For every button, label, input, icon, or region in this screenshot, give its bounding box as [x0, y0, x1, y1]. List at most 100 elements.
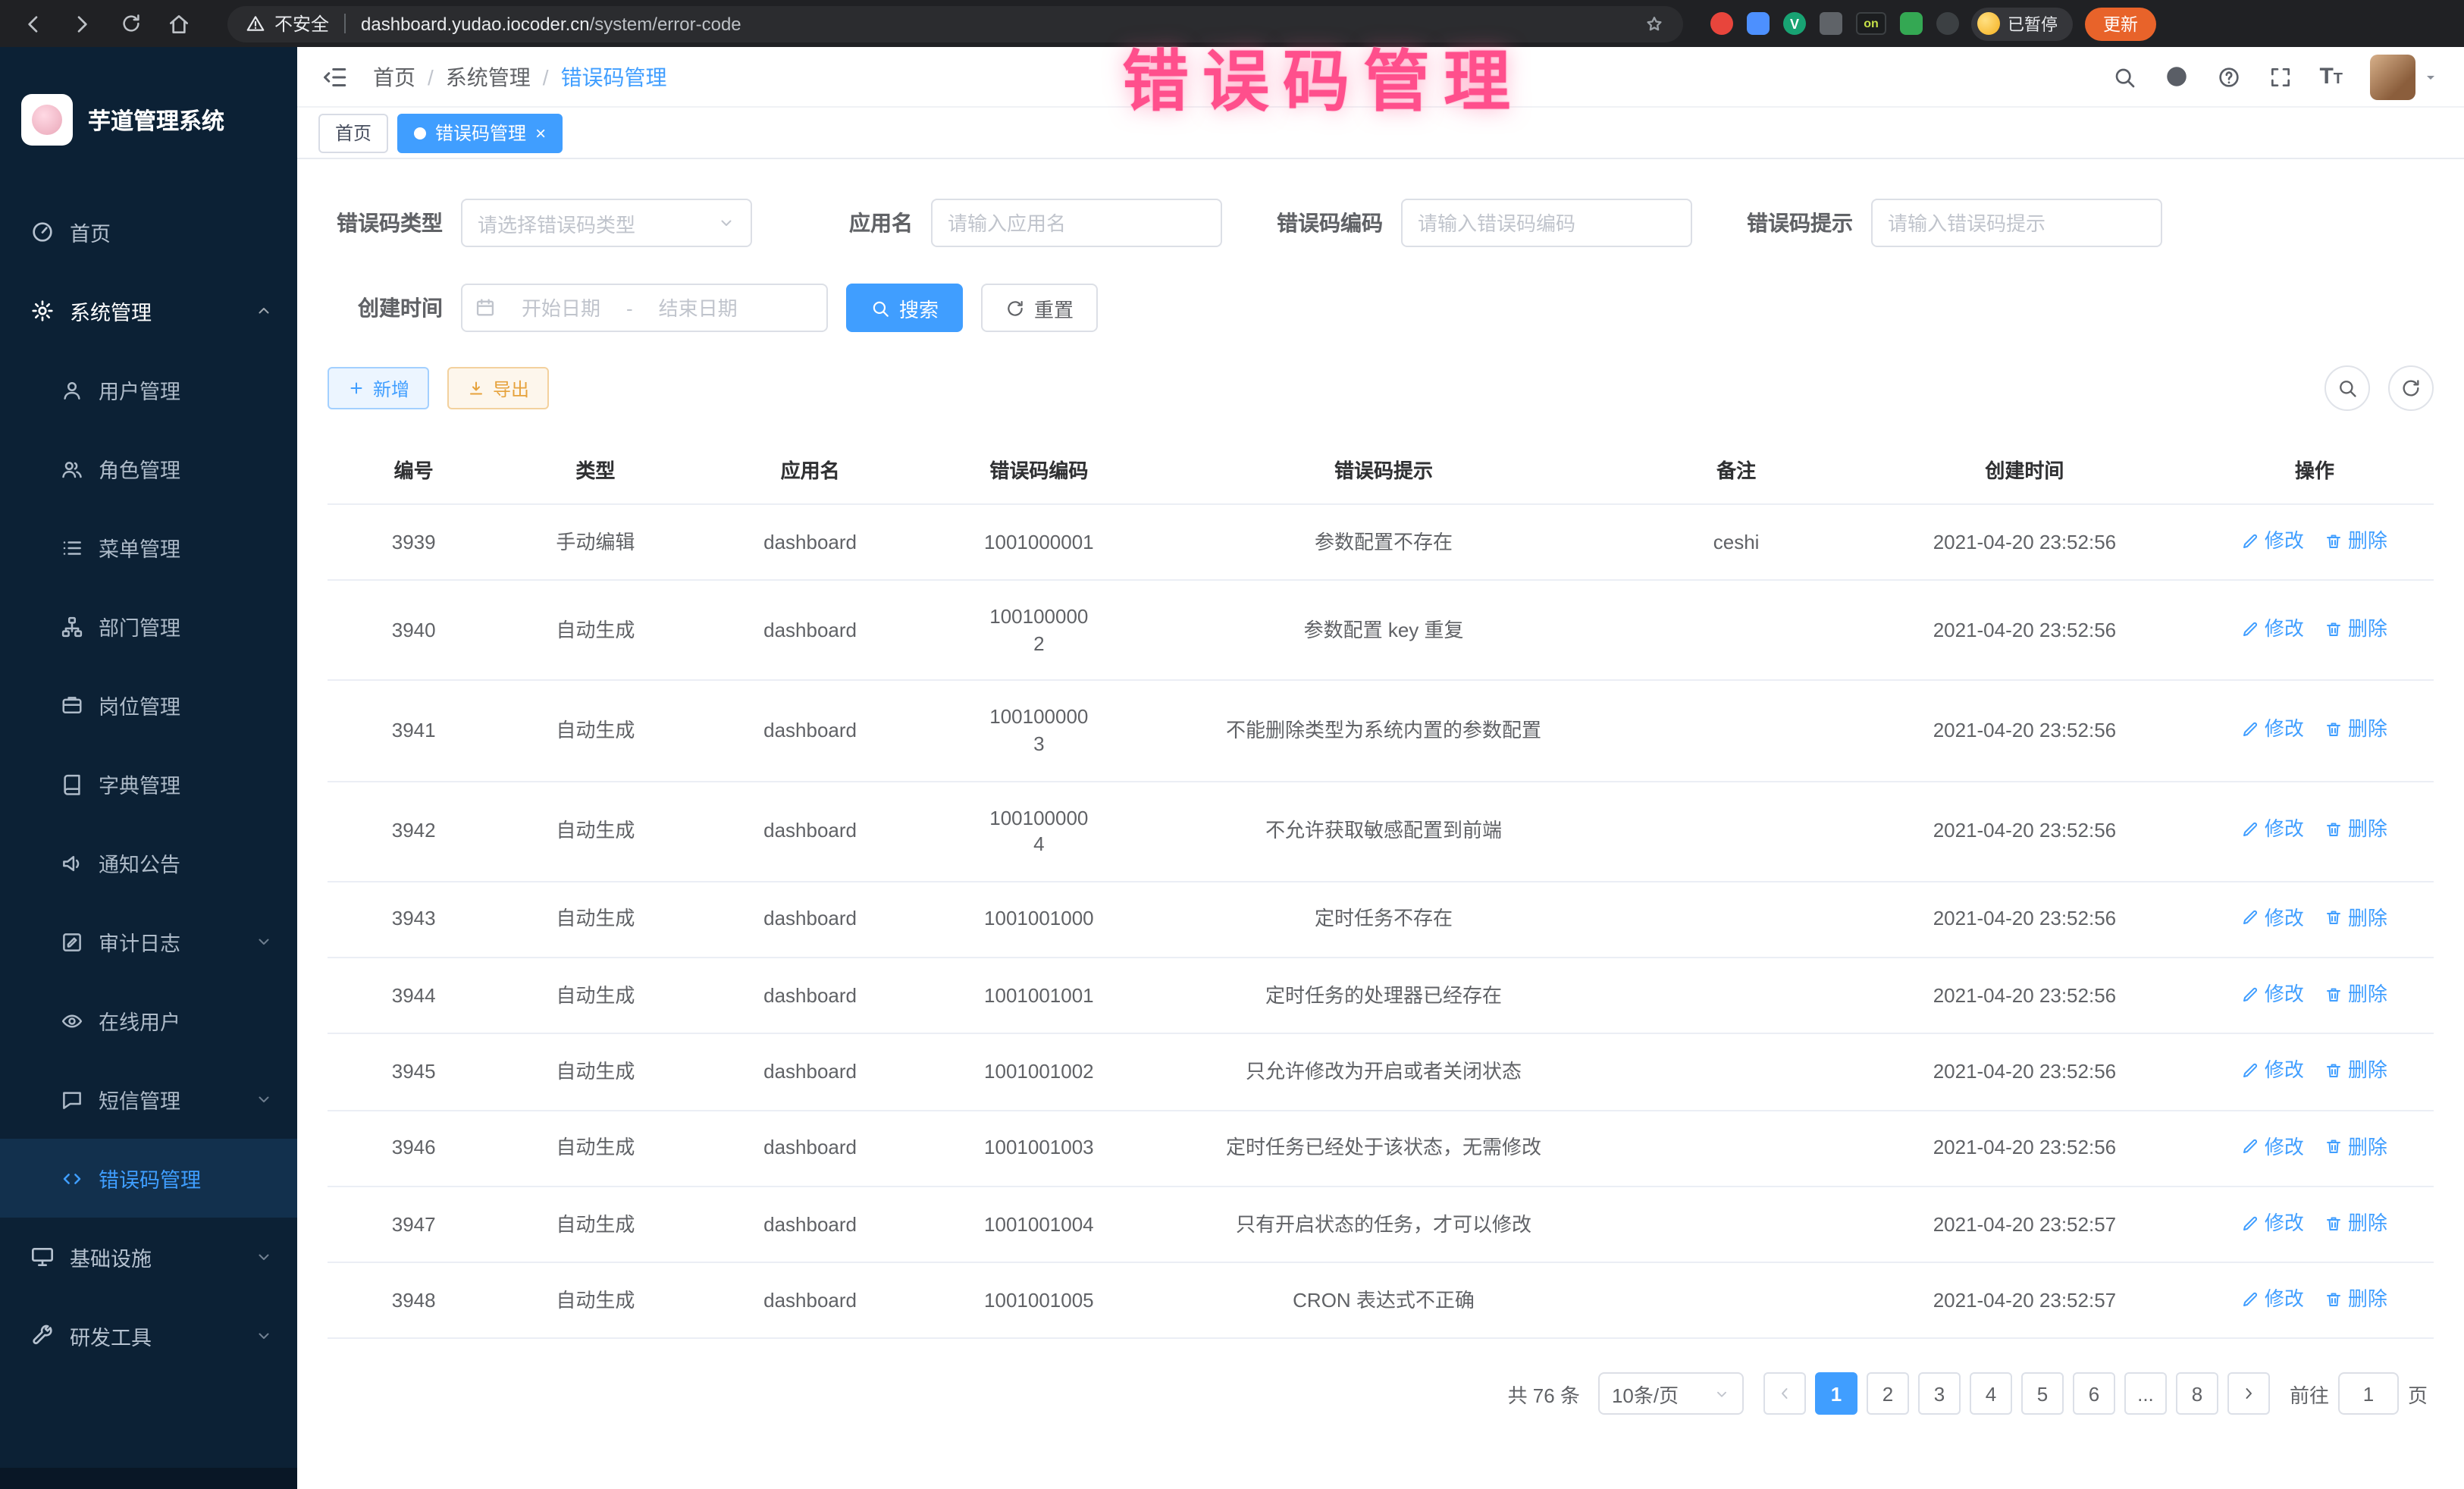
- fullscreen-icon[interactable]: [2268, 64, 2292, 89]
- error-code-input[interactable]: [1401, 199, 1692, 247]
- edit-link[interactable]: 修改: [2242, 528, 2304, 554]
- pager-page-5[interactable]: 5: [2021, 1373, 2064, 1415]
- edit-link[interactable]: 修改: [2242, 616, 2304, 642]
- edit-link[interactable]: 修改: [2242, 817, 2304, 843]
- bookmark-star-icon[interactable]: [1644, 13, 1665, 34]
- goto-page-input[interactable]: [2338, 1373, 2399, 1415]
- breadcrumb-home[interactable]: 首页: [373, 61, 415, 92]
- search-button[interactable]: 搜索: [846, 284, 963, 332]
- sidebar-group-infrastructure[interactable]: 基础设施: [0, 1218, 297, 1296]
- delete-link[interactable]: 删除: [2325, 1057, 2387, 1083]
- table-cell: 自动生成: [500, 1033, 691, 1110]
- delete-link[interactable]: 删除: [2325, 1210, 2387, 1237]
- reload-icon[interactable]: [112, 5, 149, 42]
- extension-icon[interactable]: [1747, 12, 1770, 35]
- sidebar-group-devtools[interactable]: 研发工具: [0, 1296, 297, 1375]
- pager-prev-button[interactable]: [1763, 1373, 1806, 1415]
- app-logo[interactable]: 芋道管理系统: [0, 47, 297, 193]
- delete-link[interactable]: 删除: [2325, 528, 2387, 554]
- pager-page-8[interactable]: 8: [2176, 1373, 2218, 1415]
- pager-page-1[interactable]: 1: [1815, 1373, 1857, 1415]
- extension-icon[interactable]: V: [1783, 12, 1806, 35]
- github-icon[interactable]: [2163, 64, 2189, 89]
- extension-icon[interactable]: [1900, 12, 1923, 35]
- create-time-range-picker[interactable]: -: [461, 284, 828, 332]
- edit-link[interactable]: 修改: [2242, 904, 2304, 931]
- edit-link[interactable]: 修改: [2242, 1133, 2304, 1160]
- start-date-input[interactable]: [502, 296, 620, 319]
- table-cell: 2021-04-20 23:52:56: [1854, 504, 2196, 581]
- edit-link[interactable]: 修改: [2242, 716, 2304, 743]
- edit-link[interactable]: 修改: [2242, 1286, 2304, 1312]
- delete-link[interactable]: 删除: [2325, 616, 2387, 642]
- eye-icon: [61, 1009, 83, 1032]
- browser-update-button[interactable]: 更新: [2085, 7, 2156, 40]
- reset-button[interactable]: 重置: [981, 284, 1098, 332]
- sidebar-toggle-icon[interactable]: [321, 63, 349, 90]
- pager-page-2[interactable]: 2: [1867, 1373, 1909, 1415]
- pager-next-button[interactable]: [2227, 1373, 2270, 1415]
- tab-close-icon[interactable]: ×: [535, 124, 546, 142]
- edit-link[interactable]: 修改: [2242, 1210, 2304, 1237]
- export-button[interactable]: 导出: [447, 367, 549, 409]
- trash-icon: [2325, 1290, 2343, 1309]
- sidebar-item-departments[interactable]: 部门管理: [0, 587, 297, 666]
- app-name-input[interactable]: [931, 199, 1222, 247]
- sidebar-item-error-code[interactable]: 错误码管理: [0, 1139, 297, 1218]
- forward-icon[interactable]: [64, 5, 100, 42]
- extension-icon[interactable]: [1936, 12, 1959, 35]
- extension-icon[interactable]: [1820, 12, 1842, 35]
- edit-link[interactable]: 修改: [2242, 1057, 2304, 1083]
- pager-page-3[interactable]: 3: [1918, 1373, 1961, 1415]
- help-icon[interactable]: [2216, 64, 2240, 89]
- pager-page-4[interactable]: 4: [1970, 1373, 2012, 1415]
- pencil-icon: [2242, 1290, 2260, 1309]
- sidebar-group-system[interactable]: 系统管理: [0, 271, 297, 350]
- delete-link[interactable]: 删除: [2325, 904, 2387, 931]
- end-date-input[interactable]: [639, 296, 757, 319]
- sidebar-item-notices[interactable]: 通知公告: [0, 823, 297, 902]
- delete-link[interactable]: 删除: [2325, 716, 2387, 743]
- sidebar-group-sms[interactable]: 短信管理: [0, 1060, 297, 1139]
- filter-row-1: 错误码类型 请选择错误码类型 应用名 错误码编码: [328, 199, 2434, 247]
- extension-icon[interactable]: [1710, 12, 1733, 35]
- delete-link[interactable]: 删除: [2325, 817, 2387, 843]
- toggle-search-button[interactable]: [2324, 365, 2370, 411]
- refresh-table-button[interactable]: [2388, 365, 2434, 411]
- delete-link[interactable]: 删除: [2325, 981, 2387, 1008]
- back-icon[interactable]: [15, 5, 52, 42]
- row-actions: 修改删除: [2196, 1262, 2434, 1339]
- tab-home[interactable]: 首页: [318, 113, 388, 152]
- sidebar-item-dictionary[interactable]: 字典管理: [0, 744, 297, 823]
- delete-link[interactable]: 删除: [2325, 1286, 2387, 1312]
- browser-home-icon[interactable]: [161, 5, 197, 42]
- font-size-icon[interactable]: TT: [2319, 65, 2343, 88]
- error-hint-input[interactable]: [1871, 199, 2162, 247]
- address-bar[interactable]: 不安全 dashboard.yudao.iocoder.cn/system/er…: [227, 5, 1683, 42]
- pager-ellipsis[interactable]: ...: [2124, 1373, 2167, 1415]
- trash-icon: [2325, 1138, 2343, 1156]
- pager-page-6[interactable]: 6: [2073, 1373, 2115, 1415]
- error-type-select[interactable]: 请选择错误码类型: [461, 199, 752, 247]
- page-size-select[interactable]: 10条/页: [1598, 1373, 1744, 1415]
- profile-paused-chip[interactable]: 已暂停: [1971, 7, 2073, 40]
- delete-link[interactable]: 删除: [2325, 1133, 2387, 1160]
- download-icon: [467, 379, 485, 397]
- breadcrumb-system[interactable]: 系统管理: [446, 61, 531, 92]
- user-menu[interactable]: [2370, 54, 2440, 99]
- sidebar-item-positions[interactable]: 岗位管理: [0, 666, 297, 744]
- table-cell: 1001000001: [929, 504, 1149, 581]
- search-icon[interactable]: [2111, 64, 2136, 89]
- sidebar-item-roles[interactable]: 角色管理: [0, 429, 297, 508]
- edit-link[interactable]: 修改: [2242, 981, 2304, 1008]
- table-cell: dashboard: [691, 1262, 929, 1339]
- sidebar-item-online-users[interactable]: 在线用户: [0, 981, 297, 1060]
- extension-icon[interactable]: on: [1856, 12, 1886, 35]
- sidebar-item-menus[interactable]: 菜单管理: [0, 508, 297, 587]
- table-cell: 3947: [328, 1186, 500, 1263]
- add-button[interactable]: 新增: [328, 367, 429, 409]
- sidebar-item-users[interactable]: 用户管理: [0, 350, 297, 429]
- sidebar-item-home[interactable]: 首页: [0, 193, 297, 271]
- sidebar-group-audit-logs[interactable]: 审计日志: [0, 902, 297, 981]
- tab-error-code[interactable]: 错误码管理 ×: [397, 113, 563, 152]
